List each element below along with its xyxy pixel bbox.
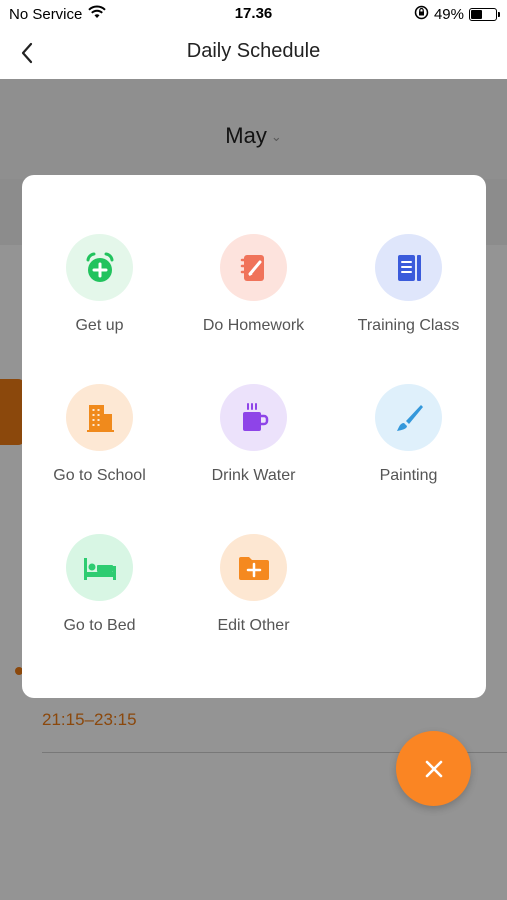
activity-edit-other[interactable]: Edit Other [176,534,331,654]
activity-label: Do Homework [202,317,305,334]
activity-go-to-school[interactable]: Go to School [22,384,177,504]
icon-circle [66,534,133,601]
alarm-clock-icon [86,252,113,282]
orientation-lock-icon [414,5,429,24]
activity-do-homework[interactable]: Do Homework [176,234,331,354]
activity-label: Get up [75,317,124,334]
mug-icon [242,402,268,431]
page-title: Daily Schedule [186,40,321,62]
activity-label: Go to School [53,467,146,484]
activity-drink-water[interactable]: Drink Water [176,384,331,504]
activity-label: Painting [379,467,438,484]
battery-fill [471,10,482,19]
icon-circle [66,234,133,301]
book-icon [397,254,421,281]
activity-painting[interactable]: Painting [331,384,486,504]
folder-plus-icon [238,556,269,580]
activity-label: Training Class [357,317,460,334]
activity-label: Go to Bed [63,617,136,634]
activity-get-up[interactable]: Get up [22,234,177,354]
icon-circle [375,234,442,301]
activity-training-class[interactable]: Training Class [331,234,486,354]
activity-picker-modal: Get up Do Homework Training Class Go to … [22,175,486,698]
bed-icon [83,557,116,580]
nav-bar: Daily Schedule [0,28,507,79]
icon-circle [66,384,133,451]
activity-label: Edit Other [217,617,290,634]
icon-circle [220,384,287,451]
status-bar: No Service 17.36 49% [0,0,507,28]
close-icon [425,760,442,777]
battery-percent: 49% [433,6,464,23]
icon-circle [220,234,287,301]
paintbrush-icon [396,404,423,431]
activity-label: Drink Water [211,467,296,484]
battery-icon [469,8,500,21]
icon-circle [375,384,442,451]
notebook-pencil-icon [240,254,264,281]
school-building-icon [86,404,114,432]
activity-go-to-bed[interactable]: Go to Bed [22,534,177,654]
close-button[interactable] [396,731,471,806]
icon-circle [220,534,287,601]
